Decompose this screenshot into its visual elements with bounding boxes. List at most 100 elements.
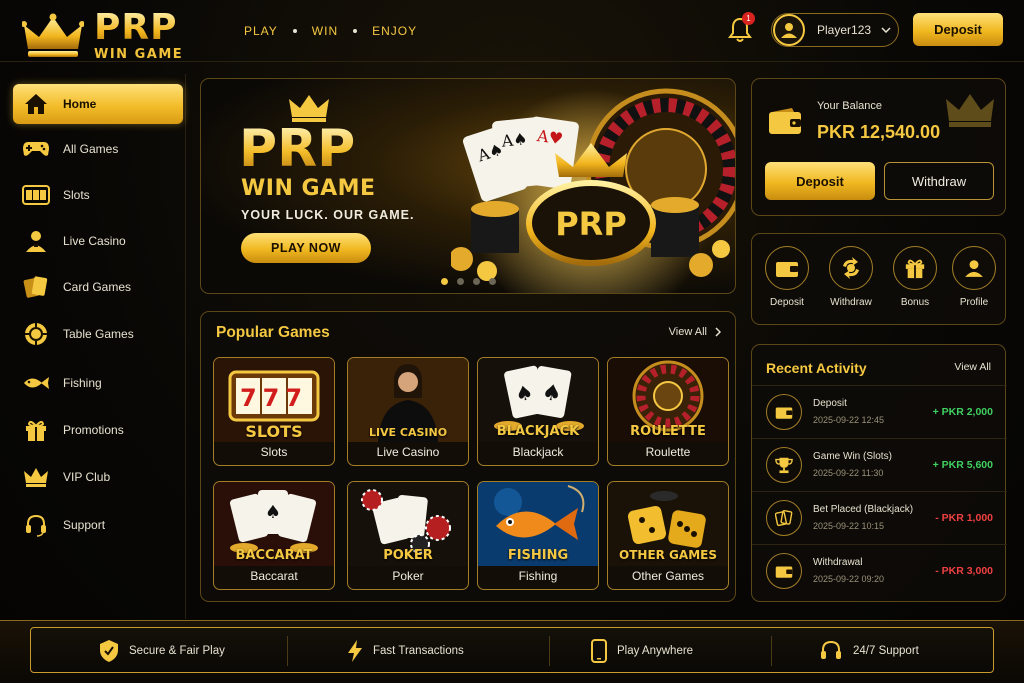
- balance-value: PKR 12,540.00: [817, 122, 941, 142]
- fish-icon: [24, 377, 49, 389]
- activity-date: 2025-09-22 10:15: [813, 521, 885, 531]
- chevron-down-icon: [881, 27, 891, 33]
- game-tile-slots[interactable]: 777 SLOTS Slots: [213, 357, 335, 466]
- lightning-icon: [348, 640, 362, 662]
- headset-icon: [26, 514, 46, 537]
- game-banner: OTHER GAMES: [619, 548, 717, 562]
- phone-icon: [591, 639, 607, 663]
- sidebar-item-promotions[interactable]: Promotions: [13, 410, 183, 450]
- carousel-dot[interactable]: [457, 278, 464, 285]
- activity-amount: - PKR 3,000: [935, 565, 993, 577]
- sidebar-item-label: Live Casino: [63, 234, 126, 248]
- carousel-dot[interactable]: [473, 278, 480, 285]
- sidebar-item-slots[interactable]: Slots: [13, 175, 183, 215]
- sidebar-item-label: Promotions: [63, 423, 124, 437]
- view-all-label: View All: [668, 326, 707, 338]
- app: PRP WIN GAME PLAY WIN ENJOY 1 Player123 …: [0, 0, 1024, 683]
- avatar: [773, 14, 805, 46]
- features-bar: Secure & Fair Play Fast Transactions Pla…: [30, 627, 994, 673]
- wallet-icon: [769, 108, 801, 134]
- activity-title: Deposit: [813, 398, 847, 409]
- separator-dot: [353, 29, 358, 33]
- hero-banner[interactable]: A♠ A♠ A♥ PRP PRP WIN GAME YOUR LUCK. OUR…: [200, 78, 736, 294]
- quick-action-profile[interactable]: Profile: [942, 246, 1006, 308]
- feature-secure: Secure & Fair Play: [99, 628, 225, 674]
- crown-icon: [24, 468, 48, 487]
- user-icon: [965, 260, 983, 277]
- sidebar-item-card-games[interactable]: Card Games: [13, 267, 183, 307]
- dealer-icon: [26, 231, 46, 252]
- sidebar-item-support[interactable]: Support: [13, 505, 183, 545]
- game-tile-fishing[interactable]: FISHING Fishing: [477, 481, 599, 590]
- exchange-icon: [843, 257, 859, 279]
- sidebar-item-home[interactable]: Home: [13, 84, 183, 124]
- game-name: Baccarat: [250, 569, 298, 583]
- sidebar-item-live-casino[interactable]: Live Casino: [13, 221, 183, 261]
- sidebar: Home All Games Slots Live Casino Card Ga…: [0, 74, 186, 619]
- carousel-dot[interactable]: [441, 278, 448, 285]
- tagline-word: ENJOY: [372, 24, 418, 38]
- user-menu[interactable]: Player123: [771, 13, 899, 47]
- popular-games: Popular Games View All 777 SLOTS Slots L…: [200, 311, 736, 602]
- hero-title: PRP: [239, 119, 356, 179]
- activity-amount: + PKR 5,600: [932, 459, 993, 471]
- activity-row[interactable]: Deposit 2025-09-22 12:45 + PKR 2,000: [752, 385, 1007, 438]
- play-now-button[interactable]: PLAY NOW: [241, 233, 371, 263]
- crown-icon: [946, 94, 994, 127]
- feature-label: Fast Transactions: [373, 645, 464, 657]
- trophy-icon: [775, 457, 793, 474]
- logo[interactable]: PRP WIN GAME: [22, 10, 183, 61]
- section-title: Recent Activity: [766, 360, 867, 376]
- game-tile-blackjack[interactable]: ♠ ♠ BLACKJACK Blackjack: [477, 357, 599, 466]
- crown-icon: [22, 13, 84, 57]
- sidebar-item-label: All Games: [63, 142, 119, 156]
- deposit-button[interactable]: Deposit: [765, 162, 875, 200]
- header-deposit-button[interactable]: Deposit: [913, 13, 1003, 46]
- game-banner: BLACKJACK: [496, 424, 580, 439]
- activity-amount: + PKR 2,000: [932, 406, 993, 418]
- gift-icon: [26, 420, 46, 441]
- quick-action-bonus[interactable]: Bonus: [883, 246, 947, 308]
- game-name: Poker: [392, 569, 424, 583]
- hero-subtitle: WIN GAME: [241, 176, 376, 201]
- emblem-text: PRP: [555, 205, 627, 243]
- sidebar-item-table-games[interactable]: Table Games: [13, 314, 183, 354]
- view-all-link[interactable]: View All: [954, 361, 991, 373]
- sidebar-item-vip-club[interactable]: VIP Club: [13, 457, 183, 497]
- feature-support: 24/7 Support: [819, 628, 919, 674]
- game-name: Roulette: [645, 445, 691, 459]
- wallet-icon: [775, 407, 793, 419]
- headset-icon: [821, 640, 841, 659]
- sidebar-item-all-games[interactable]: All Games: [13, 129, 183, 169]
- slot-reels: 777: [240, 384, 308, 412]
- shield-icon: [100, 640, 118, 662]
- game-tile-baccarat[interactable]: ♠ BACCARAT Baccarat: [213, 481, 335, 590]
- game-banner: SLOTS: [245, 422, 303, 441]
- activity-row[interactable]: Withdrawal 2025-09-22 09:20 - PKR 3,000: [752, 544, 1007, 597]
- activity-row[interactable]: Bet Placed (Blackjack) 2025-09-22 10:15 …: [752, 491, 1007, 544]
- withdraw-button[interactable]: Withdraw: [884, 162, 994, 200]
- cards-icon: [775, 509, 793, 527]
- user-icon: [781, 23, 797, 38]
- game-tile-roulette[interactable]: ROULETTE Roulette: [607, 357, 729, 466]
- game-tile-other-games[interactable]: OTHER GAMES Other Games: [607, 481, 729, 590]
- game-tile-live-casino[interactable]: LIVE CASINO Live Casino: [347, 357, 469, 466]
- sidebar-item-label: Table Games: [63, 327, 134, 341]
- view-all-link[interactable]: View All: [669, 326, 721, 338]
- sidebar-item-fishing[interactable]: Fishing: [13, 363, 183, 403]
- quick-action-deposit[interactable]: Deposit: [755, 246, 819, 308]
- sidebar-item-label: Home: [63, 97, 97, 111]
- hero-artwork: A♠ A♠ A♥ PRP: [451, 88, 735, 293]
- sidebar-item-label: Support: [63, 518, 106, 532]
- brand-name: PRP: [94, 10, 183, 46]
- game-tile-poker[interactable]: POKER Poker: [347, 481, 469, 590]
- balance-label: Your Balance: [817, 100, 883, 112]
- brand-subtitle: WIN GAME: [94, 47, 184, 62]
- hero-tagline: YOUR LUCK. OUR GAME.: [241, 208, 415, 222]
- chip-icon: [25, 323, 47, 345]
- carousel-dot[interactable]: [489, 278, 496, 285]
- quick-action-withdraw[interactable]: Withdraw: [819, 246, 883, 308]
- activity-row[interactable]: Game Win (Slots) 2025-09-22 11:30 + PKR …: [752, 438, 1007, 491]
- carousel-dots: [441, 278, 505, 285]
- divider: [771, 636, 772, 666]
